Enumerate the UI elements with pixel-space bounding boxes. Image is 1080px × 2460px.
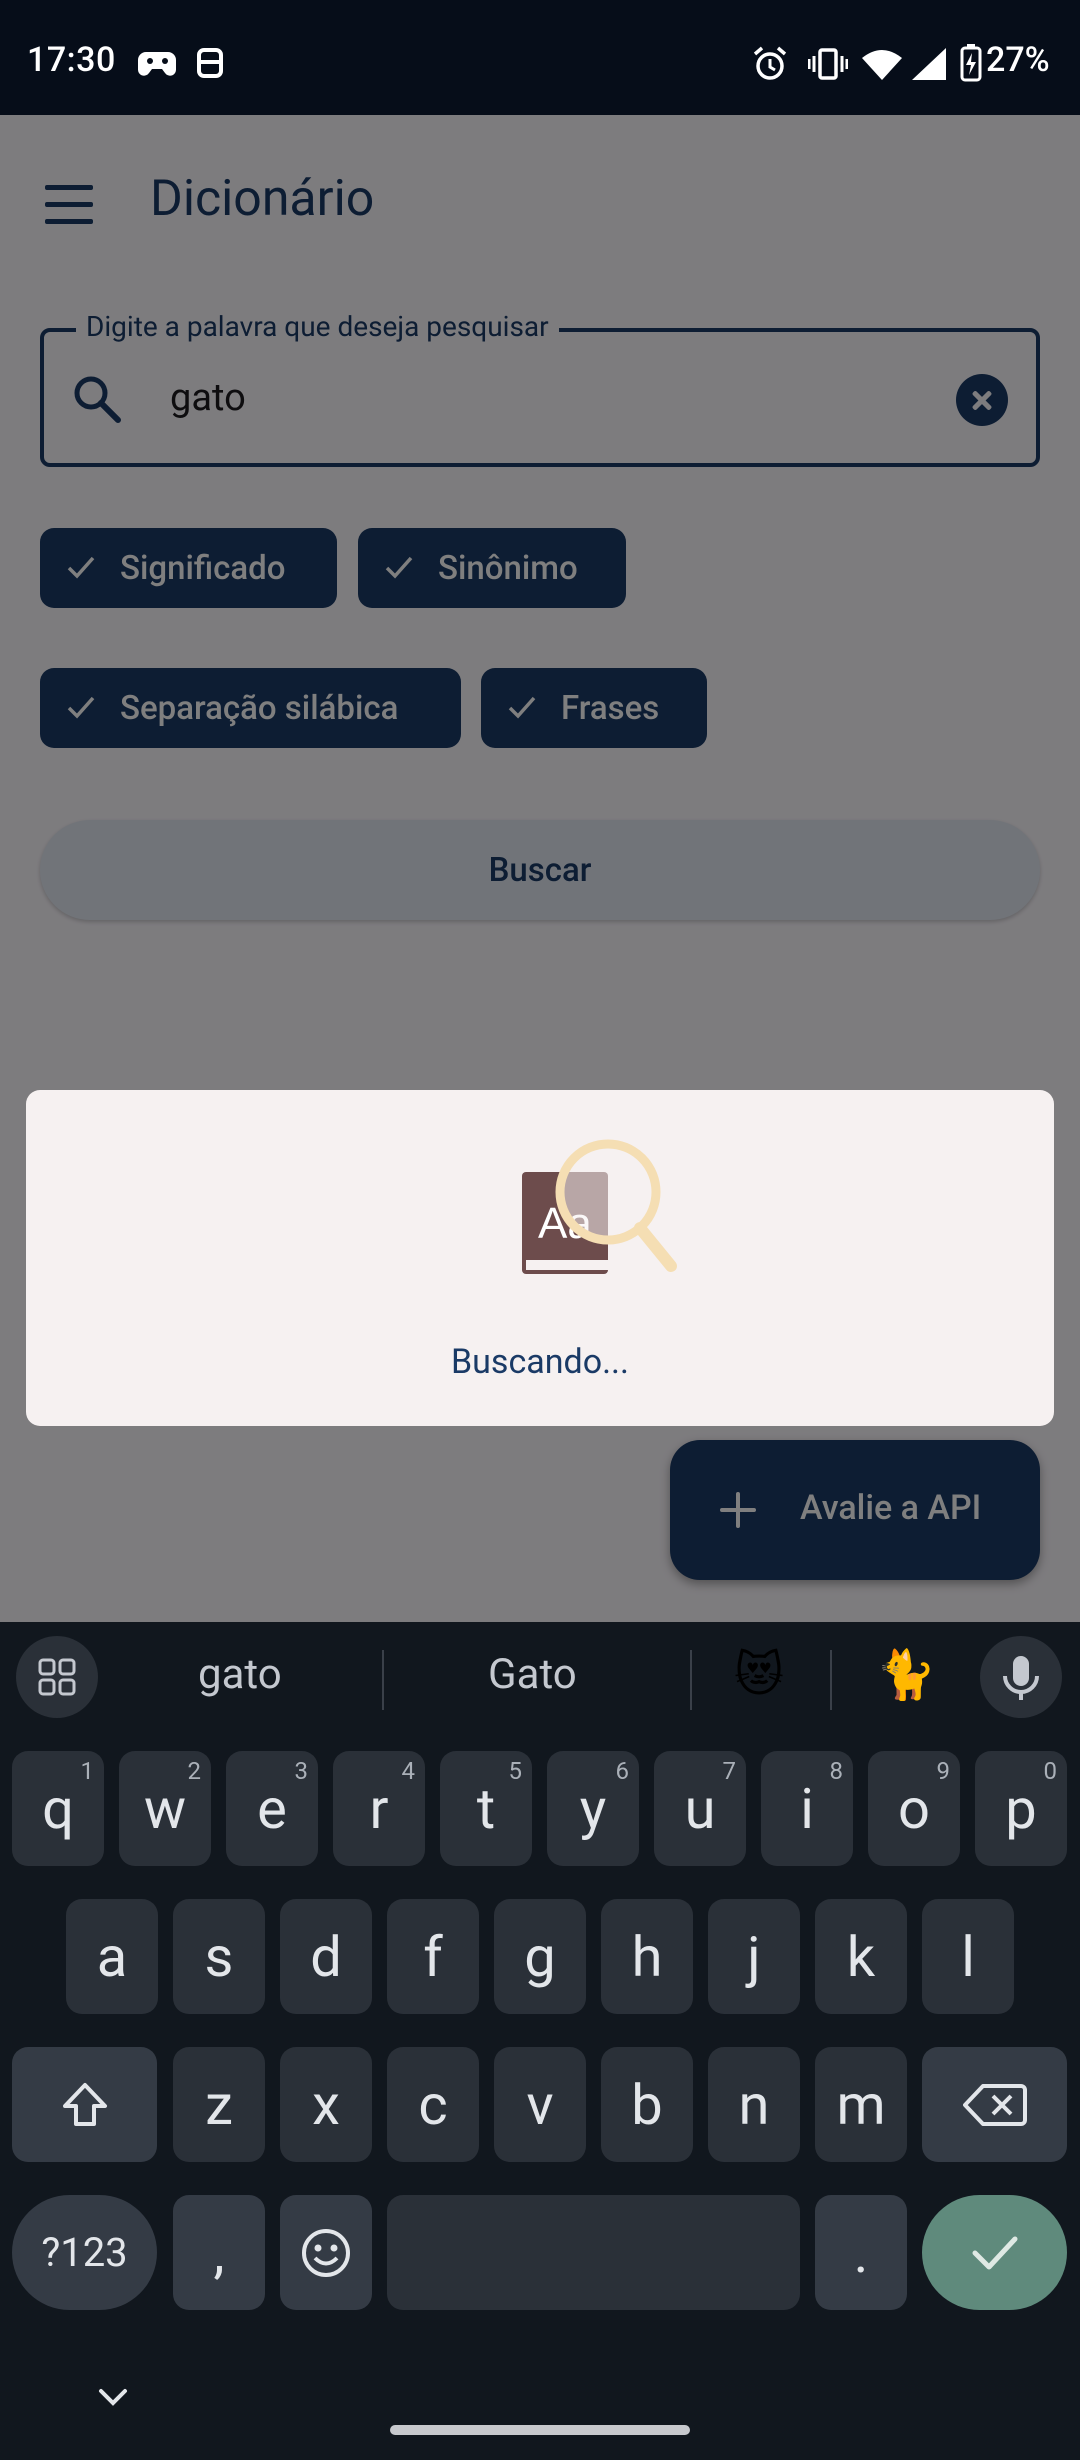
- robot-icon: [197, 48, 223, 78]
- emoji-suggestion-2[interactable]: 🐈: [876, 1646, 936, 1703]
- battery-charging-icon: [960, 44, 982, 82]
- suggestion-1[interactable]: gato: [198, 1650, 282, 1699]
- period-key[interactable]: .: [815, 2195, 907, 2310]
- shift-key[interactable]: [12, 2047, 157, 2162]
- key-p[interactable]: p0: [975, 1751, 1067, 1866]
- key-e[interactable]: e3: [226, 1751, 318, 1866]
- vibrate-icon: [808, 48, 848, 80]
- comma-key[interactable]: ,: [173, 2195, 265, 2310]
- check-icon: [972, 2236, 1017, 2269]
- key-a[interactable]: a: [66, 1899, 158, 2014]
- key-l[interactable]: l: [922, 1899, 1014, 2014]
- backspace-icon: [962, 2083, 1027, 2126]
- soft-keyboard: gato Gato 😻 🐈 q1 w2 e3 r4 t5 y6 u7 i8 o9…: [0, 1622, 1080, 2460]
- key-z[interactable]: z: [173, 2047, 265, 2162]
- key-i[interactable]: i8: [761, 1751, 853, 1866]
- symbols-key[interactable]: ?123: [12, 2195, 157, 2310]
- key-k[interactable]: k: [815, 1899, 907, 2014]
- microphone-icon: [1003, 1656, 1039, 1700]
- signal-icon: [912, 48, 946, 80]
- key-o[interactable]: o9: [868, 1751, 960, 1866]
- shift-icon: [62, 2082, 107, 2126]
- key-y[interactable]: y6: [547, 1751, 639, 1866]
- space-key[interactable]: [387, 2195, 800, 2310]
- emoji-key[interactable]: [280, 2195, 372, 2310]
- loading-text: Buscando...: [450, 1342, 629, 1382]
- key-n[interactable]: n: [708, 2047, 800, 2162]
- key-h[interactable]: h: [601, 1899, 693, 2014]
- suggestion-2[interactable]: Gato: [488, 1650, 577, 1699]
- enter-key[interactable]: [922, 2195, 1067, 2310]
- key-f[interactable]: f: [387, 1899, 479, 2014]
- status-time: 17:30: [27, 40, 116, 80]
- hide-keyboard-chevron-icon[interactable]: [98, 2387, 128, 2407]
- key-m[interactable]: m: [815, 2047, 907, 2162]
- wifi-icon: [862, 50, 902, 80]
- voice-input-button[interactable]: [980, 1636, 1062, 1718]
- key-s[interactable]: s: [173, 1899, 265, 2014]
- key-v[interactable]: v: [494, 2047, 586, 2162]
- battery-percent: 27%: [986, 40, 1050, 80]
- game-controller-icon: [138, 52, 176, 76]
- divider: [382, 1650, 384, 1710]
- status-bar: 17:30 27%: [0, 0, 1080, 115]
- key-u[interactable]: u7: [654, 1751, 746, 1866]
- emoji-suggestion-1[interactable]: 😻: [734, 1646, 784, 1703]
- key-d[interactable]: d: [280, 1899, 372, 2014]
- divider: [830, 1650, 832, 1710]
- key-j[interactable]: j: [708, 1899, 800, 2014]
- alarm-icon: [753, 46, 787, 80]
- grid-icon: [38, 1658, 76, 1696]
- apps-grid-button[interactable]: [16, 1636, 98, 1718]
- key-w[interactable]: w2: [119, 1751, 211, 1866]
- key-x[interactable]: x: [280, 2047, 372, 2162]
- smiley-icon: [302, 2228, 350, 2277]
- key-g[interactable]: g: [494, 1899, 586, 2014]
- home-gesture-bar[interactable]: [390, 2425, 690, 2435]
- key-b[interactable]: b: [601, 2047, 693, 2162]
- suggestion-strip: gato Gato 😻 🐈: [0, 1622, 1080, 1732]
- key-c[interactable]: c: [387, 2047, 479, 2162]
- key-q[interactable]: q1: [12, 1751, 104, 1866]
- dictionary-search-icon: Aa: [522, 1139, 677, 1274]
- key-r[interactable]: r4: [333, 1751, 425, 1866]
- loading-dialog: Aa Buscando...: [26, 1090, 1054, 1426]
- divider: [690, 1650, 692, 1710]
- key-t[interactable]: t5: [440, 1751, 532, 1866]
- backspace-key[interactable]: [922, 2047, 1067, 2162]
